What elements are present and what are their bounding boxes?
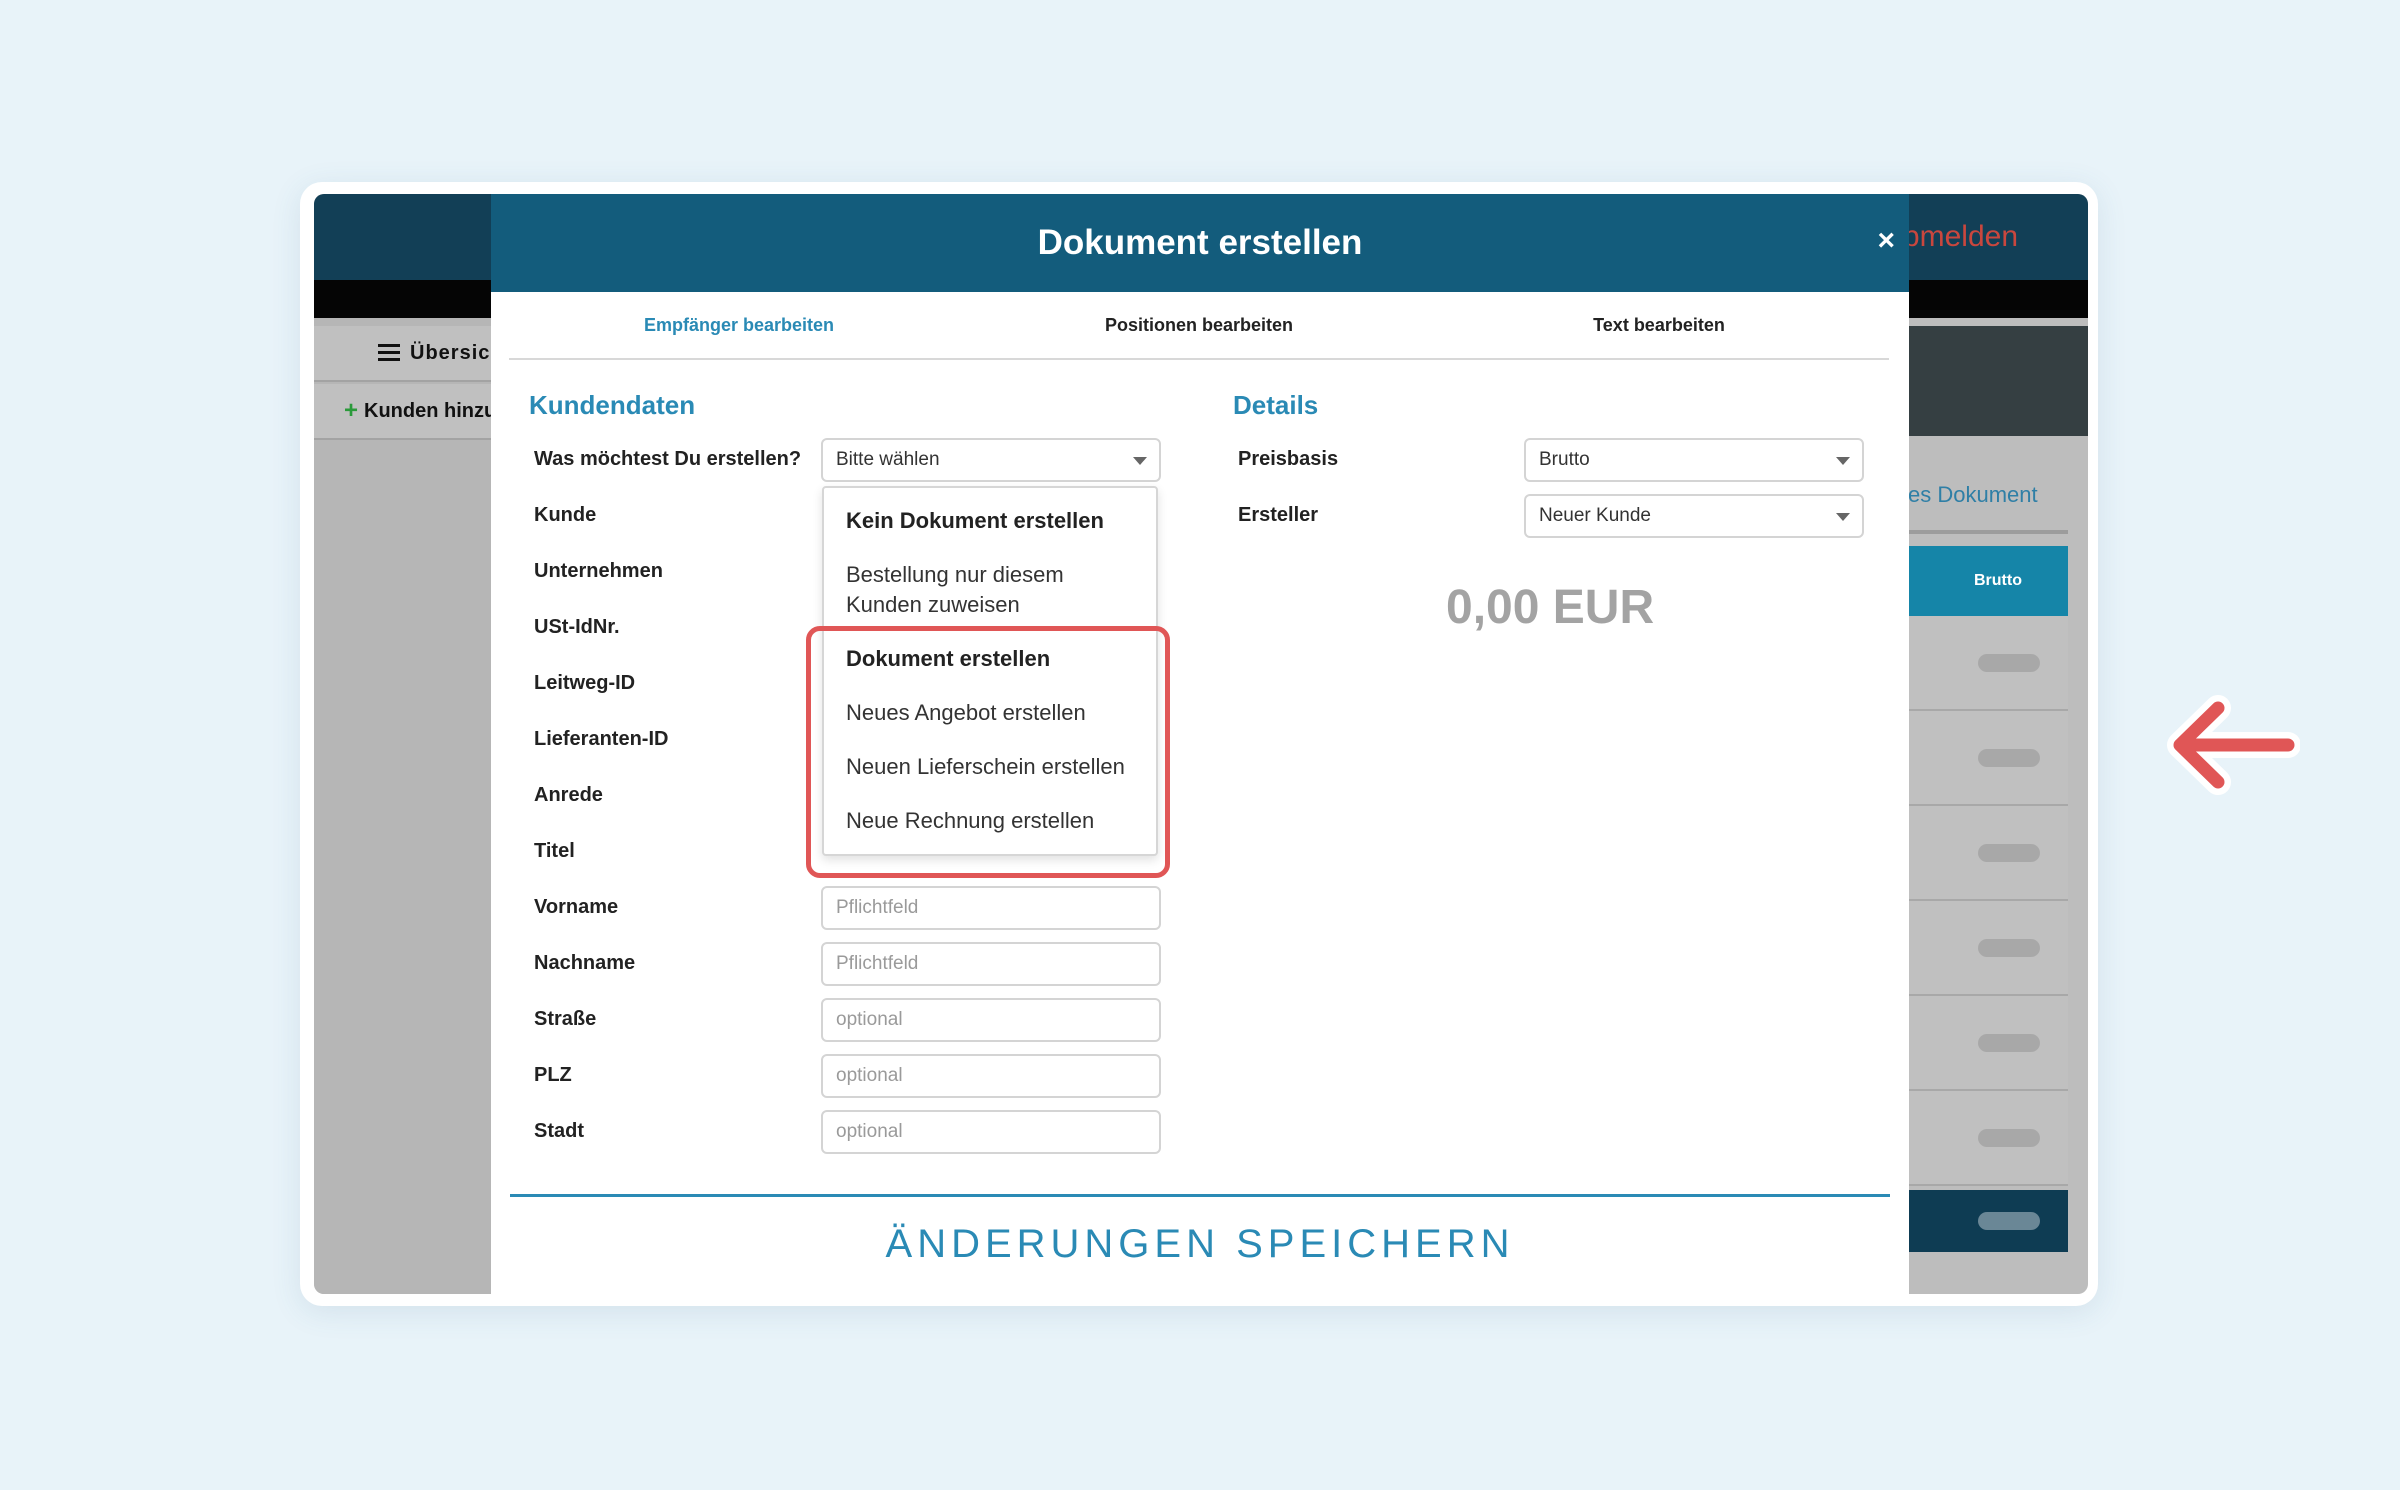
input-placeholder: Pflichtfeld — [836, 897, 919, 918]
table-row — [1908, 996, 2068, 1091]
total-amount: 0,00 EUR — [1446, 581, 1655, 634]
select-value: Neuer Kunde — [1539, 505, 1651, 526]
field-label-salutation: Anrede — [534, 784, 603, 806]
table-row — [1908, 806, 2068, 901]
field-label-last-name: Nachname — [534, 952, 636, 974]
sidebar-item-add-customer[interactable]: + Kunden hinzu — [314, 384, 494, 440]
left-sidebar: Übersic + Kunden hinzu — [314, 318, 494, 1294]
modal-title: Dokument erstellen — [1037, 223, 1363, 262]
table-row — [1908, 711, 2068, 806]
tab-positions[interactable]: Positionen bearbeiten — [969, 292, 1429, 358]
field-label-street: Straße — [534, 1008, 597, 1030]
customer-data-title: Kundendaten — [529, 390, 696, 420]
create-document-modal: Dokument erstellen × Empfänger bearbeite… — [491, 194, 1909, 1294]
close-icon[interactable]: × — [1877, 226, 1895, 256]
divider — [510, 1194, 1890, 1197]
field-label-supplier-id: Lieferanten-ID — [534, 728, 669, 750]
input-placeholder: optional — [836, 1009, 903, 1030]
chevron-down-icon — [1836, 513, 1850, 521]
table-header-brutto: Brutto — [1908, 546, 2068, 616]
placeholder-pill — [1978, 749, 2040, 767]
tab-recipient[interactable]: Empfänger bearbeiten — [509, 292, 969, 358]
field-label-first-name: Vorname — [534, 896, 619, 918]
field-label-zip: PLZ — [534, 1064, 572, 1086]
right-panel-header — [1908, 326, 2088, 436]
tab-text[interactable]: Text bearbeiten — [1429, 292, 1889, 358]
placeholder-pill — [1978, 939, 2040, 957]
annotation-highlight-box — [806, 626, 1170, 878]
zip-input[interactable]: optional — [821, 1054, 1161, 1098]
new-document-link[interactable]: es Dokument — [1908, 482, 2088, 508]
chevron-down-icon — [1133, 457, 1147, 465]
select-value: Bitte wählen — [836, 449, 940, 470]
table-footer — [1908, 1190, 2068, 1252]
chevron-down-icon — [1836, 457, 1850, 465]
modal-tabs: Empfänger bearbeiten Positionen bearbeit… — [509, 292, 1889, 360]
dropdown-option-no-document[interactable]: Kein Dokument erstellen — [846, 506, 1140, 536]
field-label-vat-id: USt-IdNr. — [534, 616, 620, 638]
field-label-document-type: Was möchtest Du erstellen? — [534, 448, 802, 470]
city-input[interactable]: optional — [821, 1110, 1161, 1154]
input-placeholder: optional — [836, 1121, 903, 1142]
field-label-city: Stadt — [534, 1120, 584, 1142]
logout-link[interactable]: bmelden — [1903, 220, 2018, 254]
table-row — [1908, 1091, 2068, 1186]
input-placeholder: Pflichtfeld — [836, 953, 919, 974]
field-label-creator: Ersteller — [1238, 504, 1319, 526]
placeholder-pill — [1978, 1034, 2040, 1052]
field-label-leitweg-id: Leitweg-ID — [534, 672, 636, 694]
dropdown-option-assign-order[interactable]: Bestellung nur diesem Kunden zuweisen — [846, 560, 1140, 620]
select-value: Brutto — [1539, 449, 1590, 470]
sidebar-item-label: Kunden hinzu — [364, 399, 494, 422]
plus-icon: + — [344, 397, 359, 424]
field-label-customer: Kunde — [534, 504, 597, 526]
placeholder-pill — [1978, 1129, 2040, 1147]
table-row — [1908, 901, 2068, 996]
placeholder-pill — [1978, 1212, 2040, 1230]
placeholder-pill — [1978, 844, 2040, 862]
save-changes-button[interactable]: ÄNDERUNGEN SPEICHERN — [510, 1214, 1890, 1274]
input-placeholder: optional — [836, 1065, 903, 1086]
last-name-input[interactable]: Pflichtfeld — [821, 942, 1161, 986]
sidebar-item-label: Übersic — [410, 341, 491, 364]
sidebar-item-overview[interactable]: Übersic — [314, 326, 494, 382]
modal-header: Dokument erstellen × — [491, 194, 1909, 292]
divider — [1908, 530, 2068, 534]
details-title: Details — [1233, 390, 1319, 420]
creator-select[interactable]: Neuer Kunde — [1524, 494, 1864, 538]
field-label-company: Unternehmen — [534, 560, 663, 582]
first-name-input[interactable]: Pflichtfeld — [821, 886, 1161, 930]
street-input[interactable]: optional — [821, 998, 1161, 1042]
placeholder-pill — [1978, 654, 2040, 672]
field-label-title: Titel — [534, 840, 575, 862]
list-icon — [378, 344, 400, 362]
price-basis-select[interactable]: Brutto — [1524, 438, 1864, 482]
field-label-price-basis: Preisbasis — [1238, 448, 1339, 470]
table-row — [1908, 616, 2068, 711]
arrow-left-icon — [2167, 695, 2300, 795]
document-type-select[interactable]: Bitte wählen — [821, 438, 1161, 482]
